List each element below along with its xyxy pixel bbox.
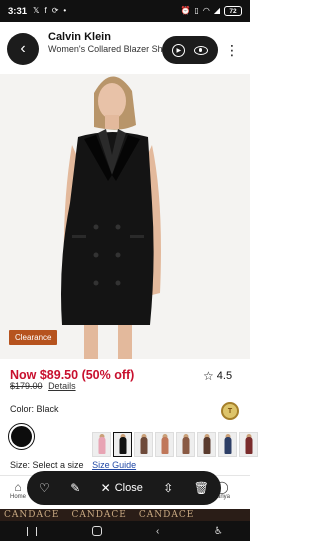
thumb-look-6[interactable] xyxy=(239,432,258,457)
media-controls: ▶ xyxy=(162,36,218,64)
status-bar: 3:31 𝕏 f ⟳ • ⏰ ▯ ◠ ◢ 72 xyxy=(0,0,250,22)
original-price: $179.00 Details xyxy=(10,381,76,391)
heart-icon[interactable]: ♡ xyxy=(39,481,50,495)
sync-icon: ⟳ xyxy=(51,6,59,15)
home-button[interactable] xyxy=(91,526,102,536)
thumb-look-2[interactable] xyxy=(155,432,174,457)
app-header: ‹ Calvin Klein Women's Collared Blazer S… xyxy=(0,22,250,74)
dot-icon: • xyxy=(63,6,67,15)
close-label: Close xyxy=(114,482,143,494)
clearance-badge: Clearance xyxy=(9,330,58,345)
facebook-icon: f xyxy=(44,6,47,15)
size-selector[interactable]: Size: Select a size Size Guide xyxy=(10,460,136,470)
original-price-value: $179.00 xyxy=(10,381,43,391)
product-image[interactable] xyxy=(0,63,250,359)
nav-home-label: Home xyxy=(10,494,27,500)
arrow-left-icon: ‹ xyxy=(20,40,26,57)
play-video-button[interactable]: ▶ xyxy=(172,43,186,57)
price-details-link[interactable]: Details xyxy=(48,381,76,391)
alarm-icon: ⏰ xyxy=(180,6,191,15)
brand-name: Calvin Klein xyxy=(48,31,111,43)
status-time: 3:31 xyxy=(8,5,28,17)
battery-indicator: 72 xyxy=(224,6,242,16)
nav-home[interactable]: ⌂ Home xyxy=(10,480,26,500)
swatch-fill xyxy=(11,426,32,447)
signal-icon: ◢ xyxy=(213,6,220,15)
wifi-icon: ◠ xyxy=(202,6,210,15)
trash-icon[interactable]: 🗑 xyxy=(194,481,209,495)
banner-text-1: CANDACE xyxy=(4,510,60,520)
system-nav-bar: ‹ ♿ xyxy=(0,521,250,541)
floating-toolbar: ♡ ✎ ✕ Close ⇳ 🗑 xyxy=(27,471,221,505)
accessibility-badge-icon[interactable]: T xyxy=(221,402,239,420)
x-logo-icon: 𝕏 xyxy=(33,6,40,15)
banner-text-2: CANDACE xyxy=(71,510,127,520)
more-vertical-icon: ⋮ xyxy=(225,41,239,58)
thumb-look-3[interactable] xyxy=(176,432,195,457)
star-icon: ☆ xyxy=(203,369,214,383)
rating-value: 4.5 xyxy=(216,370,233,382)
thumb-black-dress-selected[interactable] xyxy=(113,432,132,457)
ad-banner[interactable]: CANDACE CANDACE CANDACE xyxy=(0,509,250,521)
sale-price: Now $89.50 (50% off) xyxy=(10,368,135,382)
thumb-look-4[interactable] xyxy=(197,432,216,457)
back-system-button[interactable]: ‹ xyxy=(156,526,159,537)
view-button[interactable] xyxy=(193,45,208,55)
model-illustration xyxy=(0,63,250,359)
close-icon: ✕ xyxy=(100,481,111,495)
size-label: Size: Select a size xyxy=(10,460,84,470)
play-circle-icon: ▶ xyxy=(172,43,186,57)
color-swatch-black[interactable] xyxy=(8,423,35,450)
back-button[interactable]: ‹ xyxy=(7,33,39,65)
banner-text-3: CANDACE xyxy=(138,510,195,520)
product-rating[interactable]: ☆ 4.5 xyxy=(203,369,232,383)
more-options-button[interactable]: ⋮ xyxy=(220,36,244,64)
accessibility-icon[interactable]: ♿ xyxy=(214,526,223,537)
vibrate-icon: ▯ xyxy=(194,6,199,15)
pen-icon[interactable]: ✎ xyxy=(70,481,80,495)
thumb-pink-dress[interactable] xyxy=(92,432,111,457)
thumb-look-1[interactable] xyxy=(134,432,153,457)
thumb-look-5[interactable] xyxy=(218,432,237,457)
home-icon: ⌂ xyxy=(14,480,22,494)
size-guide-link[interactable]: Size Guide xyxy=(92,460,136,470)
color-label: Color: Black xyxy=(10,404,59,414)
product-title: Women's Collared Blazer Sh xyxy=(48,44,163,54)
eye-icon xyxy=(193,45,208,55)
recent-apps-button[interactable] xyxy=(27,526,38,536)
alternate-images xyxy=(92,432,258,457)
crop-icon[interactable]: ⇳ xyxy=(163,481,173,495)
close-button[interactable]: ✕ Close xyxy=(101,481,143,495)
